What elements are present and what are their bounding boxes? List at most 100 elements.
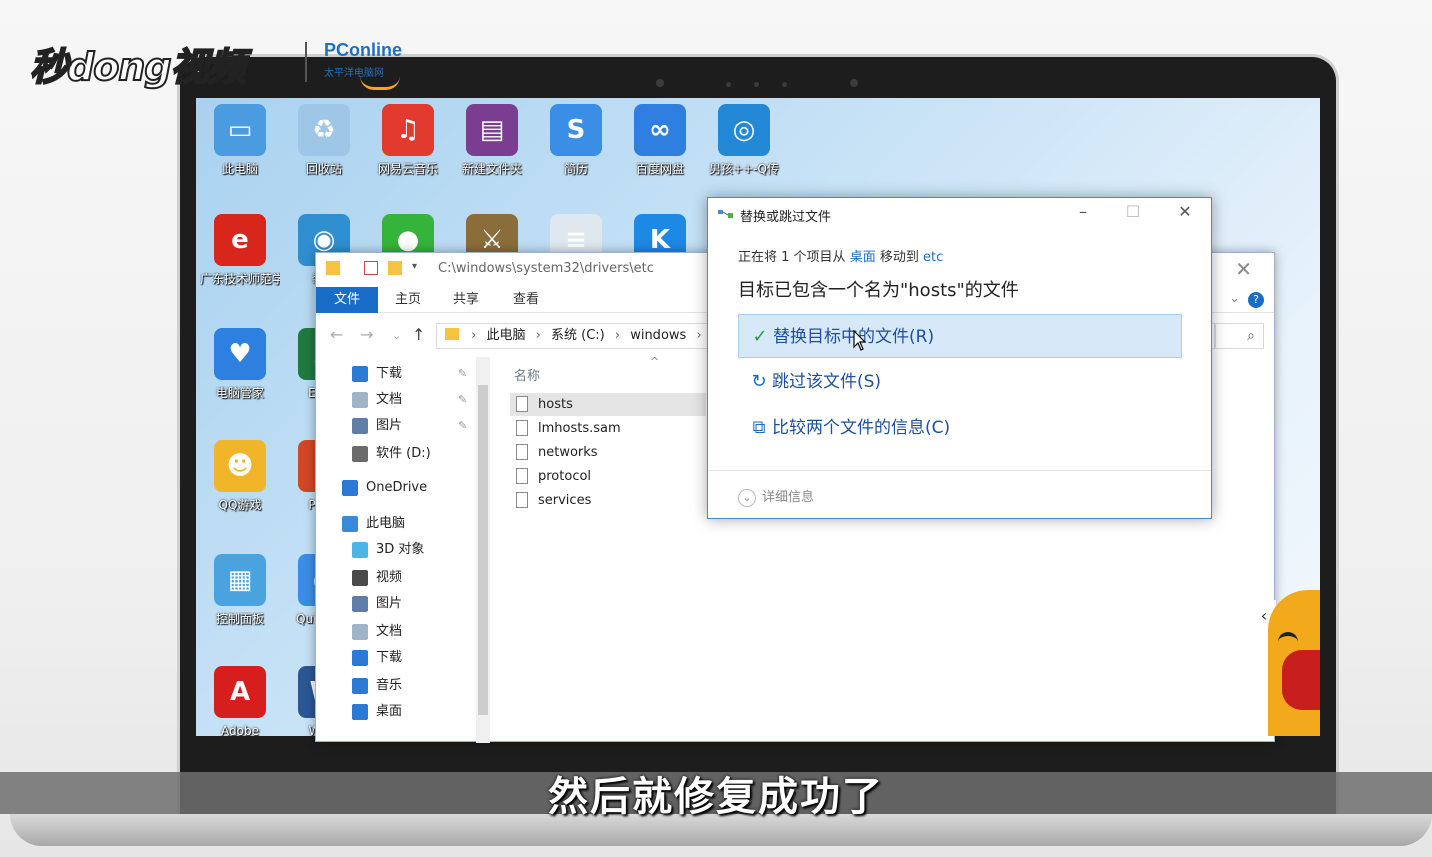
file-icon — [516, 396, 528, 412]
sidebar-item[interactable]: 音乐 — [316, 673, 476, 699]
close-icon[interactable]: ✕ — [1170, 202, 1200, 221]
tab-share[interactable]: 共享 — [444, 287, 488, 313]
folder-icon[interactable] — [326, 261, 340, 275]
desktop-shortcut[interactable]: ∞ 百度网盘 — [620, 104, 700, 177]
new-folder-icon[interactable] — [388, 261, 402, 275]
qq-game-icon: ☻ — [214, 440, 266, 492]
help-icon[interactable]: ? — [1248, 292, 1264, 308]
tab-file[interactable]: 文件 — [316, 287, 378, 313]
search-icon[interactable]: ⌕ — [1214, 323, 1264, 349]
desktop-shortcut-label: 此电脑 — [221, 162, 258, 176]
properties-icon[interactable] — [364, 261, 378, 275]
desktop-shortcut[interactable]: ▦ 控制面板 — [200, 554, 280, 627]
window-path-title: C:\windows\system32\drivers\etc — [438, 261, 654, 276]
desktop-shortcut[interactable]: A Adobe — [200, 666, 280, 736]
desktop-shortcut-label: QQ游戏 — [218, 498, 262, 512]
sidebar-item[interactable]: OneDrive — [316, 475, 476, 501]
folder-icon — [445, 328, 459, 340]
pin-icon[interactable]: ✎ — [458, 413, 467, 439]
details-toggle[interactable]: ⌄ 详细信息 — [738, 486, 814, 507]
file-row[interactable]: services — [510, 489, 706, 512]
desktop-shortcut[interactable]: ▭ 此电脑 — [200, 104, 280, 177]
dialog-option-button[interactable]: ↻ 跳过该文件(S) — [738, 360, 1182, 404]
sidebar-item-label: OneDrive — [366, 480, 428, 495]
pin-icon[interactable]: ✎ — [458, 361, 467, 387]
desktop-shortcut[interactable]: ♫ 网易云音乐 — [368, 104, 448, 177]
desktop-shortcut[interactable]: ◎ 男孩++-Q传 — [704, 104, 784, 177]
sidebar-item[interactable]: 桌面 — [316, 699, 476, 725]
file-name: lmhosts.sam — [538, 421, 621, 436]
maximize-icon[interactable]: ☐ — [1118, 202, 1148, 221]
source-link[interactable]: 桌面 — [850, 250, 876, 265]
sidebar-item[interactable]: 软件 (D:) — [316, 441, 476, 467]
sidebar-item[interactable]: 下载 ✎ — [316, 361, 476, 387]
sidebar-item[interactable]: 3D 对象 — [316, 537, 476, 563]
file-name: protocol — [538, 469, 592, 484]
sidebar-scrollbar[interactable] — [476, 357, 490, 743]
file-name: services — [538, 493, 592, 508]
up-arrow-icon[interactable]: ↑ — [412, 325, 425, 344]
file-icon — [516, 492, 528, 508]
sidebar-item[interactable]: 文档 ✎ — [316, 387, 476, 413]
desktop-shortcut[interactable]: S 简历 — [536, 104, 616, 177]
dialog-option-button[interactable]: ⧉ 比较两个文件的信息(C) — [738, 406, 1182, 450]
desktop-icon — [352, 704, 368, 720]
sidebar-item[interactable]: 图片 — [316, 591, 476, 617]
pin-icon[interactable]: ✎ — [458, 387, 467, 413]
chevron-down-icon[interactable]: ⌄ — [392, 329, 401, 342]
chevron-down-icon[interactable]: ⌄ — [1229, 291, 1240, 306]
baidu-pan-icon: ∞ — [634, 104, 686, 156]
computer-icon — [342, 516, 358, 532]
file-row[interactable]: lmhosts.sam — [510, 417, 706, 440]
adobe-icon: A — [214, 666, 266, 718]
breadcrumb-this-pc[interactable]: 此电脑 — [486, 324, 525, 348]
forward-arrow-icon[interactable]: → — [360, 325, 373, 344]
breadcrumb-windows[interactable]: windows — [630, 324, 686, 348]
minimize-icon[interactable]: – — [1068, 202, 1098, 221]
column-header-name[interactable]: 名称 — [514, 365, 540, 384]
download-arrow-icon — [352, 650, 368, 666]
desktop-shortcut[interactable]: ♻ 回收站 — [284, 104, 364, 177]
move-text-prefix: 正在将 1 个项目从 — [738, 250, 846, 265]
dialog-divider — [708, 470, 1211, 471]
breadcrumb-system-c[interactable]: 系统 (C:) — [551, 324, 605, 348]
desktop-shortcut[interactable]: e 广东技术师范学院... — [200, 214, 280, 287]
chevron-down-icon[interactable]: ▾ — [412, 261, 426, 275]
desktop-shortcut-label: 广东技术师范学院... — [200, 272, 280, 286]
cube-3d-icon — [352, 542, 368, 558]
desktop-shortcut-label: 网易云音乐 — [377, 162, 438, 176]
breadcrumb-separator: › — [471, 328, 477, 343]
back-arrow-icon[interactable]: ← — [330, 325, 343, 344]
sidebar-item[interactable]: 此电脑 — [316, 511, 476, 537]
file-row[interactable]: hosts — [510, 393, 706, 416]
destination-link[interactable]: etc — [923, 250, 943, 265]
file-row[interactable]: networks — [510, 441, 706, 464]
file-row[interactable]: protocol — [510, 465, 706, 488]
sidebar-item-label: 此电脑 — [366, 516, 406, 531]
sidebar-item-label: 下载 — [376, 366, 403, 381]
drive-icon — [352, 446, 368, 462]
sidebar-item-label: 音乐 — [376, 678, 403, 693]
scrollbar-thumb[interactable] — [478, 385, 488, 715]
desktop-shortcut[interactable]: ☻ QQ游戏 — [200, 440, 280, 513]
video-icon — [352, 570, 368, 586]
sidebar-item-label: 桌面 — [376, 704, 403, 719]
desktop-shortcut-label: 回收站 — [305, 162, 342, 176]
tab-home[interactable]: 主页 — [386, 287, 430, 313]
tab-view[interactable]: 查看 — [504, 287, 548, 313]
close-icon[interactable]: ✕ — [1235, 257, 1252, 281]
sidebar-item[interactable]: 视频 — [316, 565, 476, 591]
camera-dot-icon — [850, 79, 858, 87]
sidebar-item[interactable]: 图片 ✎ — [316, 413, 476, 439]
desktop-shortcut-label: 百度网盘 — [635, 162, 684, 176]
file-list: 名称 ^ hosts lmhosts.sam networks protocol ser… — [506, 355, 706, 743]
camera-dot-icon — [726, 82, 731, 87]
sidebar-item[interactable]: 下载 — [316, 645, 476, 671]
desktop-shortcut[interactable]: ♥ 电脑管家 — [200, 328, 280, 401]
picture-icon — [352, 418, 368, 434]
dialog-option-button[interactable]: ✓替换目标中的文件(R) — [738, 314, 1182, 358]
partner-logo-arc — [360, 76, 400, 90]
sidebar-item[interactable]: 文档 — [316, 619, 476, 645]
desktop-shortcut[interactable]: ▤ 新建文件夹 — [452, 104, 532, 177]
control-panel-icon: ▦ — [214, 554, 266, 606]
